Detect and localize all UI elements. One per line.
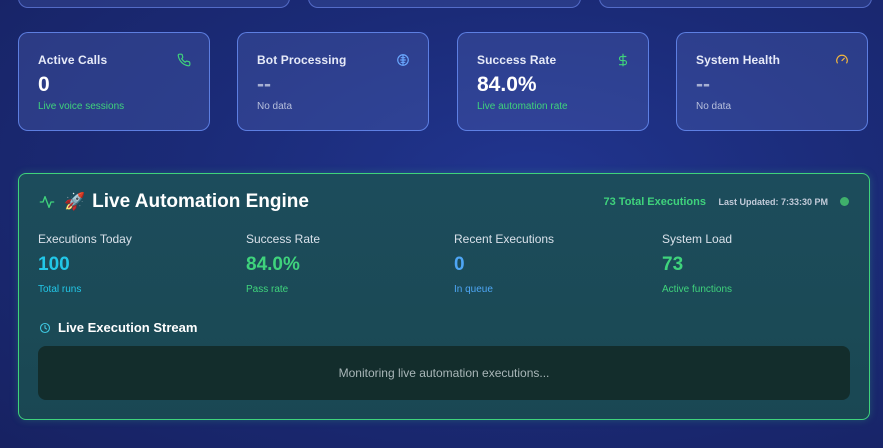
- stat-card-success-rate: Success Rate 84.0% Live automation rate: [457, 32, 649, 131]
- metric-value: 100: [38, 254, 70, 275]
- stat-subtitle: Live voice sessions: [38, 101, 125, 112]
- dollar-icon: [616, 53, 630, 67]
- stat-card-system-health: System Health -- No data: [676, 32, 868, 131]
- metric-system-load: System Load 73 Active functions: [662, 232, 862, 295]
- metric-success-rate: Success Rate 84.0% Pass rate: [246, 232, 446, 295]
- cpu-icon: [396, 53, 410, 67]
- metric-subtitle: Total runs: [38, 284, 82, 295]
- clock-icon: [39, 322, 51, 334]
- total-executions-badge: 73 Total Executions: [603, 196, 707, 208]
- stream-header: Live Execution Stream: [39, 320, 197, 335]
- stat-subtitle: Live automation rate: [477, 101, 568, 112]
- stat-value: --: [696, 73, 710, 96]
- metric-value: 0: [454, 254, 465, 275]
- stat-value: 0: [38, 73, 50, 96]
- metric-label: System Load: [662, 232, 733, 246]
- stat-card-active-calls: Active Calls 0 Live voice sessions: [18, 32, 210, 131]
- gauge-icon: [835, 53, 849, 67]
- stat-title: Success Rate: [477, 53, 557, 67]
- metric-subtitle: In queue: [454, 284, 493, 295]
- metric-executions-today: Executions Today 100 Total runs: [38, 232, 238, 295]
- stat-title: Bot Processing: [257, 53, 347, 67]
- top-card-2: [308, 0, 581, 8]
- metric-recent-executions: Recent Executions 0 In queue: [454, 232, 654, 295]
- top-card-1: [18, 0, 290, 8]
- stat-title: System Health: [696, 53, 780, 67]
- stat-value: 84.0%: [477, 73, 537, 96]
- metric-label: Success Rate: [246, 232, 321, 246]
- stat-value: --: [257, 73, 271, 96]
- metric-value: 73: [662, 254, 684, 275]
- execution-stream-box[interactable]: Monitoring live automation executions...: [38, 346, 850, 400]
- stat-card-bot-processing: Bot Processing -- No data: [237, 32, 429, 131]
- stream-title: Live Execution Stream: [58, 320, 198, 335]
- status-indicator-dot: [840, 197, 849, 206]
- metric-subtitle: Active functions: [662, 284, 733, 295]
- stat-subtitle: No data: [696, 101, 732, 112]
- metric-label: Recent Executions: [454, 232, 555, 246]
- engine-header: 🚀 Live Automation Engine: [39, 191, 309, 213]
- activity-icon: [39, 194, 55, 210]
- engine-title: Live Automation Engine: [92, 191, 309, 212]
- top-card-3: [599, 0, 872, 8]
- last-updated-text: Last Updated: 7:33:30 PM: [718, 197, 828, 207]
- metric-label: Executions Today: [38, 232, 132, 246]
- metric-subtitle: Pass rate: [246, 284, 289, 295]
- rocket-icon: 🚀: [64, 192, 86, 211]
- stat-title: Active Calls: [38, 53, 108, 67]
- live-automation-engine-panel: 🚀 Live Automation Engine 73 Total Execut…: [18, 173, 870, 420]
- phone-icon: [177, 53, 191, 67]
- metric-value: 84.0%: [246, 254, 300, 275]
- stat-subtitle: No data: [257, 101, 293, 112]
- stream-empty-text: Monitoring live automation executions...: [338, 366, 550, 380]
